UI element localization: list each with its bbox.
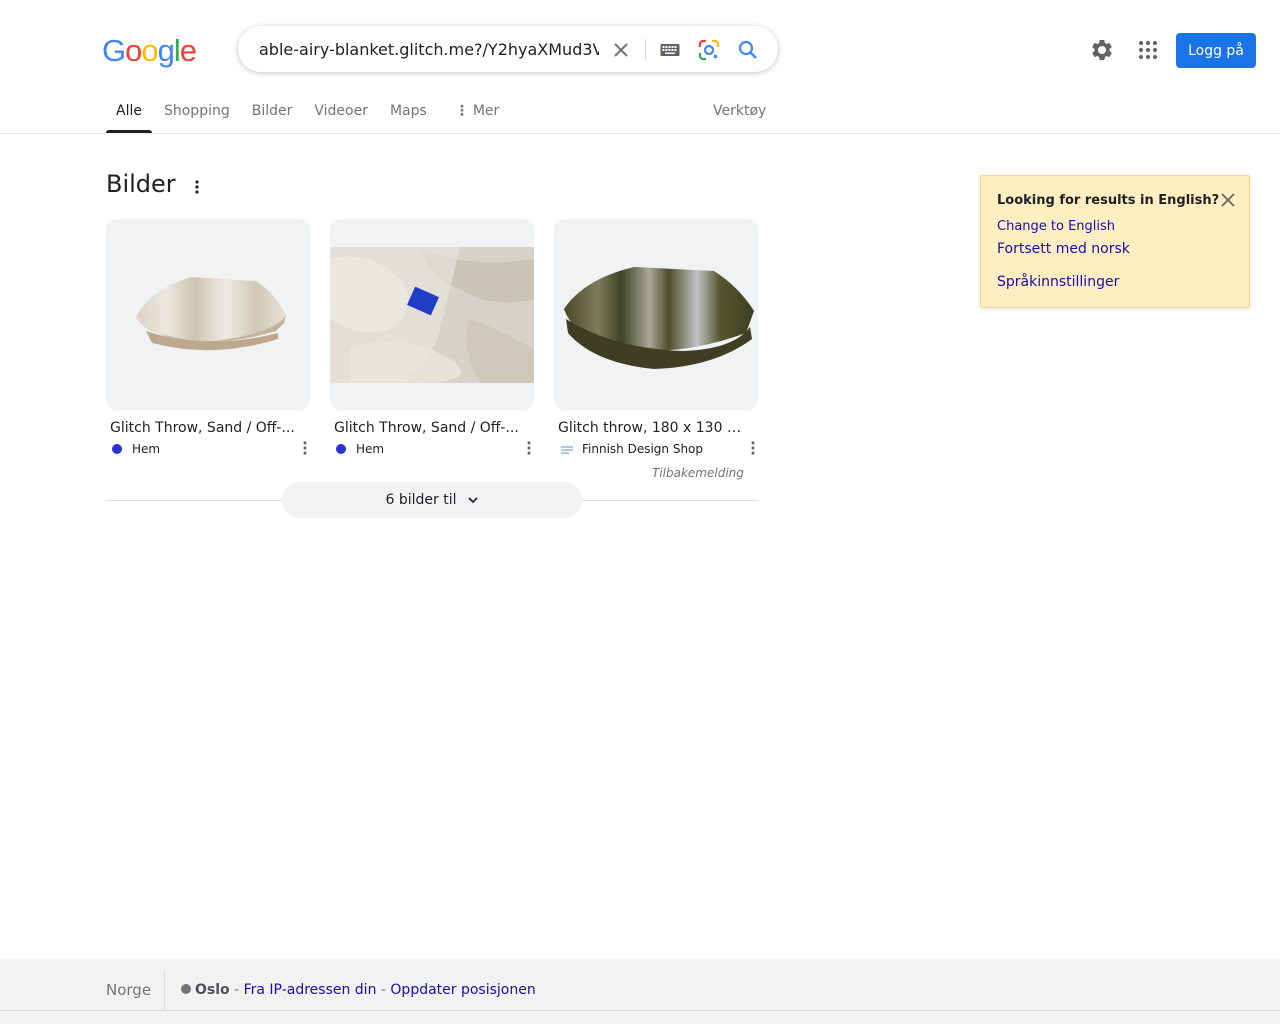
search-tabs: Alle Shopping Bilder Videoer Maps ⋮ Mer	[106, 96, 510, 133]
tab-maps[interactable]: Maps	[379, 96, 438, 133]
images-section-title: Bilder	[106, 170, 176, 198]
tab-shopping[interactable]: Shopping	[152, 96, 241, 133]
language-panel-title: Looking for results in English?	[997, 193, 1220, 208]
source-name: Hem	[132, 442, 161, 456]
more-vert-icon: ⋮	[454, 103, 469, 119]
search-divider	[645, 39, 646, 61]
image-result-title[interactable]: Glitch Throw, Sand / Off-...	[330, 420, 522, 436]
footer-separator: -	[376, 982, 391, 998]
settings-gear-icon[interactable]	[1089, 37, 1115, 63]
card-more-icon[interactable]	[524, 440, 534, 456]
ip-address-link[interactable]: Fra IP-adressen din	[244, 982, 377, 998]
login-button[interactable]: Logg på	[1176, 33, 1256, 68]
more-images-label: 6 bilder til	[385, 492, 457, 508]
finnish-design-shop-favicon-icon	[560, 444, 574, 455]
search-box: able-airy-blanket.glitch.me?/Y2hyaXMud3V	[238, 26, 778, 72]
footer-country: Norge	[106, 981, 152, 999]
logo-letter: e	[179, 33, 197, 68]
logo-letter: o	[141, 33, 158, 68]
image-result-card[interactable]: Glitch Throw, Sand / Off-... Hem	[330, 219, 534, 456]
image-result-source: Hem	[330, 442, 534, 456]
location-dot-icon	[181, 984, 191, 994]
keyboard-icon[interactable]	[658, 38, 682, 62]
card-more-icon[interactable]	[748, 440, 758, 456]
logo-letter: g	[157, 33, 175, 68]
search-icon[interactable]	[736, 38, 760, 62]
tools-button[interactable]: Verktøy	[713, 96, 766, 126]
apps-grid-icon[interactable]	[1135, 37, 1161, 63]
update-location-link[interactable]: Oppdater posisjonen	[390, 982, 535, 998]
google-lens-icon[interactable]	[697, 38, 721, 62]
source-name: Finnish Design Shop	[582, 442, 704, 456]
footer-separator: -	[229, 982, 244, 998]
feedback-link[interactable]: Tilbakemelding	[652, 466, 744, 480]
clear-icon[interactable]	[609, 38, 633, 62]
location-city: Oslo	[195, 982, 230, 998]
footer-location: Oslo - Fra IP-adressen din - Oppdater po…	[181, 959, 536, 1011]
language-suggestion-panel: Looking for results in English? Change t…	[980, 175, 1250, 308]
language-settings-link[interactable]: Språkinnstillinger	[997, 274, 1119, 290]
image-result-card[interactable]: Glitch throw, 180 x 130 c... Finnish Des…	[554, 219, 758, 456]
more-images-button[interactable]: 6 bilder til	[282, 482, 582, 518]
image-result-title[interactable]: Glitch throw, 180 x 130 c...	[554, 420, 746, 436]
tab-videoer[interactable]: Videoer	[303, 96, 379, 133]
image-thumbnail-blanket-closeup[interactable]	[330, 219, 534, 410]
card-more-icon[interactable]	[300, 440, 310, 456]
source-favicon-icon	[336, 444, 346, 454]
tab-alle[interactable]: Alle	[106, 96, 152, 133]
image-result-title[interactable]: Glitch Throw, Sand / Off-...	[106, 420, 298, 436]
close-icon[interactable]	[1220, 192, 1236, 208]
chevron-down-icon	[467, 492, 479, 508]
search-input[interactable]: able-airy-blanket.glitch.me?/Y2hyaXMud3V	[259, 27, 599, 73]
continue-norwegian-link[interactable]: Fortsett med norsk	[997, 241, 1130, 257]
logo-letter: G	[102, 33, 126, 68]
source-favicon-icon	[112, 444, 122, 454]
image-thumbnail-beige-blanket[interactable]	[106, 219, 310, 410]
image-result-source: Finnish Design Shop	[554, 442, 758, 456]
footer-divider	[164, 971, 165, 1011]
header-divider	[0, 133, 1280, 134]
tab-more-label: Mer	[472, 103, 500, 119]
tab-bilder[interactable]: Bilder	[241, 96, 304, 133]
google-logo[interactable]: Google	[102, 33, 197, 69]
footer: Norge Oslo - Fra IP-adressen din - Oppda…	[0, 959, 1280, 1011]
image-result-card[interactable]: Glitch Throw, Sand / Off-... Hem	[106, 219, 310, 456]
source-name: Hem	[356, 442, 385, 456]
tab-more[interactable]: ⋮ Mer	[438, 96, 510, 133]
change-to-english-link[interactable]: Change to English	[997, 219, 1115, 234]
image-result-source: Hem	[106, 442, 310, 456]
footer-bottom-bar	[0, 1011, 1280, 1024]
image-thumbnail-green-blanket[interactable]	[554, 219, 758, 410]
section-menu-icon[interactable]	[190, 177, 204, 197]
logo-letter: o	[125, 33, 142, 68]
